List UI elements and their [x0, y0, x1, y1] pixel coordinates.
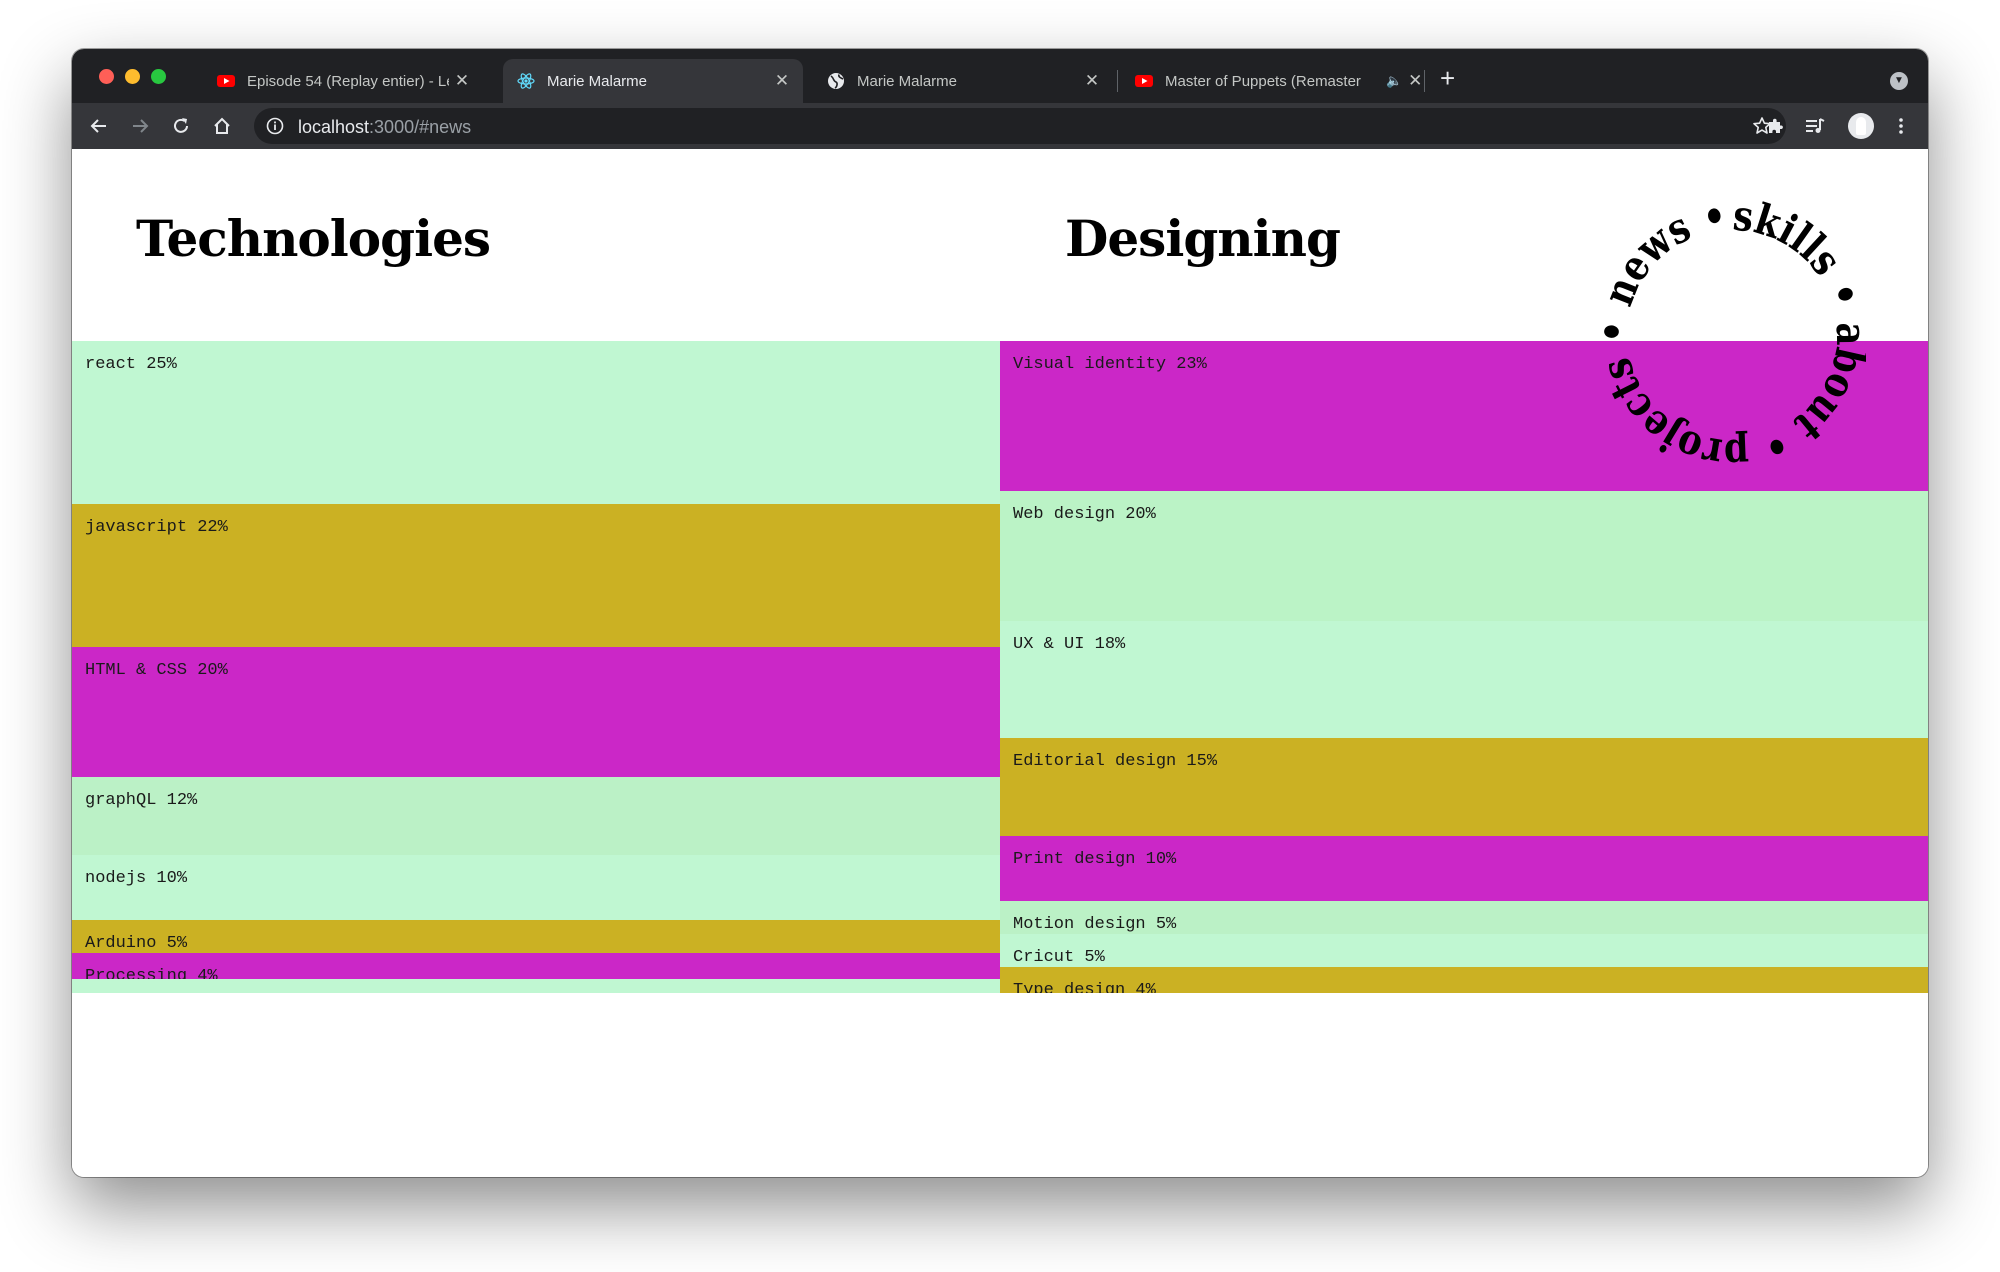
youtube-icon	[1135, 75, 1153, 87]
designing-bar: Web design 20%	[1000, 491, 1928, 621]
technologies-bar-label: Processing 4%	[85, 967, 218, 979]
tab-close-icon[interactable]: ✕	[1079, 71, 1105, 91]
designing-bar-label: Motion design 5%	[1013, 915, 1177, 934]
nav-projects-link[interactable]: projects	[1598, 353, 1750, 469]
extensions-button[interactable]	[1760, 111, 1790, 141]
technologies-bar	[72, 979, 1000, 993]
tab-title: Marie Malarme	[857, 72, 958, 90]
tab-title: Marie Malarme	[547, 72, 648, 90]
url-path: :3000/#news	[369, 117, 472, 137]
technologies-bar: Processing 4%	[72, 953, 1000, 979]
designing-bar: UX & UI 18%	[1000, 621, 1928, 738]
designing-bar-label: Web design 20%	[1013, 505, 1156, 524]
react-icon	[517, 73, 535, 89]
browser-toolbar: localhost:3000/#news	[72, 103, 1928, 149]
browser-window: Episode 54 (Replay entier) - Le ✕ Marie …	[72, 49, 1928, 1177]
technologies-bar-label: graphQL 12%	[85, 791, 198, 810]
designing-bar: Type design 4%	[1000, 967, 1928, 993]
designing-bar-label: Type design 4%	[1013, 981, 1156, 993]
designing-bar: Editorial design 15%	[1000, 738, 1928, 836]
profile-avatar[interactable]	[1848, 113, 1874, 139]
technologies-bar-label: Arduino 5%	[85, 934, 188, 953]
minimize-window-button[interactable]	[125, 69, 140, 84]
technologies-heading: Technologies	[136, 209, 491, 268]
svg-text:skills • about • projects • ne: skills • about • projects • news •	[1598, 201, 1866, 469]
window-controls	[99, 69, 166, 84]
arrow-left-icon	[90, 119, 106, 133]
tab-title: Episode 54 (Replay entier) - Le	[247, 72, 449, 90]
forward-button[interactable]	[125, 111, 155, 141]
nav-news-link[interactable]: news	[1598, 202, 1698, 312]
new-tab-button[interactable]: +	[1440, 63, 1455, 93]
technologies-bar: react 25%	[72, 341, 1000, 504]
playlist-icon	[1806, 118, 1825, 133]
page-content: Technologies Designing react 25% javascri…	[72, 149, 1928, 1177]
url-host: localhost	[298, 117, 370, 137]
back-button[interactable]	[84, 111, 114, 141]
technologies-bar-label: HTML & CSS 20%	[85, 661, 228, 680]
tab-episode-54[interactable]: Episode 54 (Replay entier) - Le ✕	[203, 59, 483, 103]
reload-icon	[174, 118, 188, 133]
url-text: localhost:3000/#news	[298, 117, 471, 138]
technologies-chart: react 25% javascript 22% HTML & CSS 20% gra…	[72, 341, 1000, 993]
designing-bar-label: Editorial design 15%	[1013, 752, 1218, 771]
tab-marie-malarme-active[interactable]: Marie Malarme ✕	[503, 59, 803, 103]
tab-separator	[1117, 70, 1118, 92]
technologies-bar: nodejs 10%	[72, 855, 1000, 920]
circular-nav: skills • about • projects • news •	[1598, 201, 1866, 469]
technologies-bar: graphQL 12%	[72, 777, 1000, 855]
audio-playing-icon[interactable]: 🔈	[1386, 73, 1402, 89]
reload-button[interactable]	[166, 111, 196, 141]
tab-search-icon[interactable]: ▼	[1890, 72, 1908, 90]
designing-heading: Designing	[1065, 209, 1341, 268]
technologies-bar: javascript 22%	[72, 504, 1000, 647]
designing-bar-label: Print design 10%	[1013, 850, 1177, 869]
youtube-icon	[217, 75, 235, 87]
technologies-bar: HTML & CSS 20%	[72, 647, 1000, 777]
designing-bar: Cricut 5%	[1000, 934, 1928, 967]
tab-close-icon[interactable]: ✕	[769, 71, 795, 91]
tab-close-icon[interactable]: ✕	[449, 71, 475, 91]
tab-marie-malarme[interactable]: Marie Malarme ✕	[813, 59, 1113, 103]
tab-separator	[1424, 70, 1425, 92]
technologies-bar-label: javascript 22%	[85, 518, 228, 537]
close-window-button[interactable]	[99, 69, 114, 84]
tab-title: Master of Puppets (Remaster	[1165, 72, 1361, 90]
technologies-bar-label: react 25%	[85, 355, 177, 374]
globe-icon	[828, 73, 844, 89]
designing-bar-label: Cricut 5%	[1013, 948, 1105, 967]
arrow-right-icon	[133, 119, 149, 133]
home-icon	[214, 117, 230, 134]
media-controls-button[interactable]	[1800, 111, 1830, 141]
technologies-bar: Arduino 5%	[72, 920, 1000, 953]
technologies-bar-label: nodejs 10%	[85, 869, 188, 888]
more-vert-icon	[1899, 118, 1903, 134]
designing-bar-label: Visual identity 23%	[1013, 355, 1207, 374]
designing-bar: Motion design 5%	[1000, 901, 1928, 934]
nav-separator-dot: •	[1598, 301, 1640, 361]
browser-menu-button[interactable]	[1886, 111, 1916, 141]
address-bar[interactable]: localhost:3000/#news	[254, 108, 1786, 144]
tab-master-of-puppets[interactable]: Master of Puppets (Remaster 🔈 ✕	[1121, 59, 1491, 103]
designing-bar: Print design 10%	[1000, 836, 1928, 901]
tab-strip: Episode 54 (Replay entier) - Le ✕ Marie …	[72, 49, 1928, 103]
info-icon[interactable]	[266, 117, 284, 135]
puzzle-icon	[1769, 118, 1783, 133]
designing-bar-label: UX & UI 18%	[1013, 635, 1126, 654]
home-button[interactable]	[207, 111, 237, 141]
zoom-window-button[interactable]	[151, 69, 166, 84]
